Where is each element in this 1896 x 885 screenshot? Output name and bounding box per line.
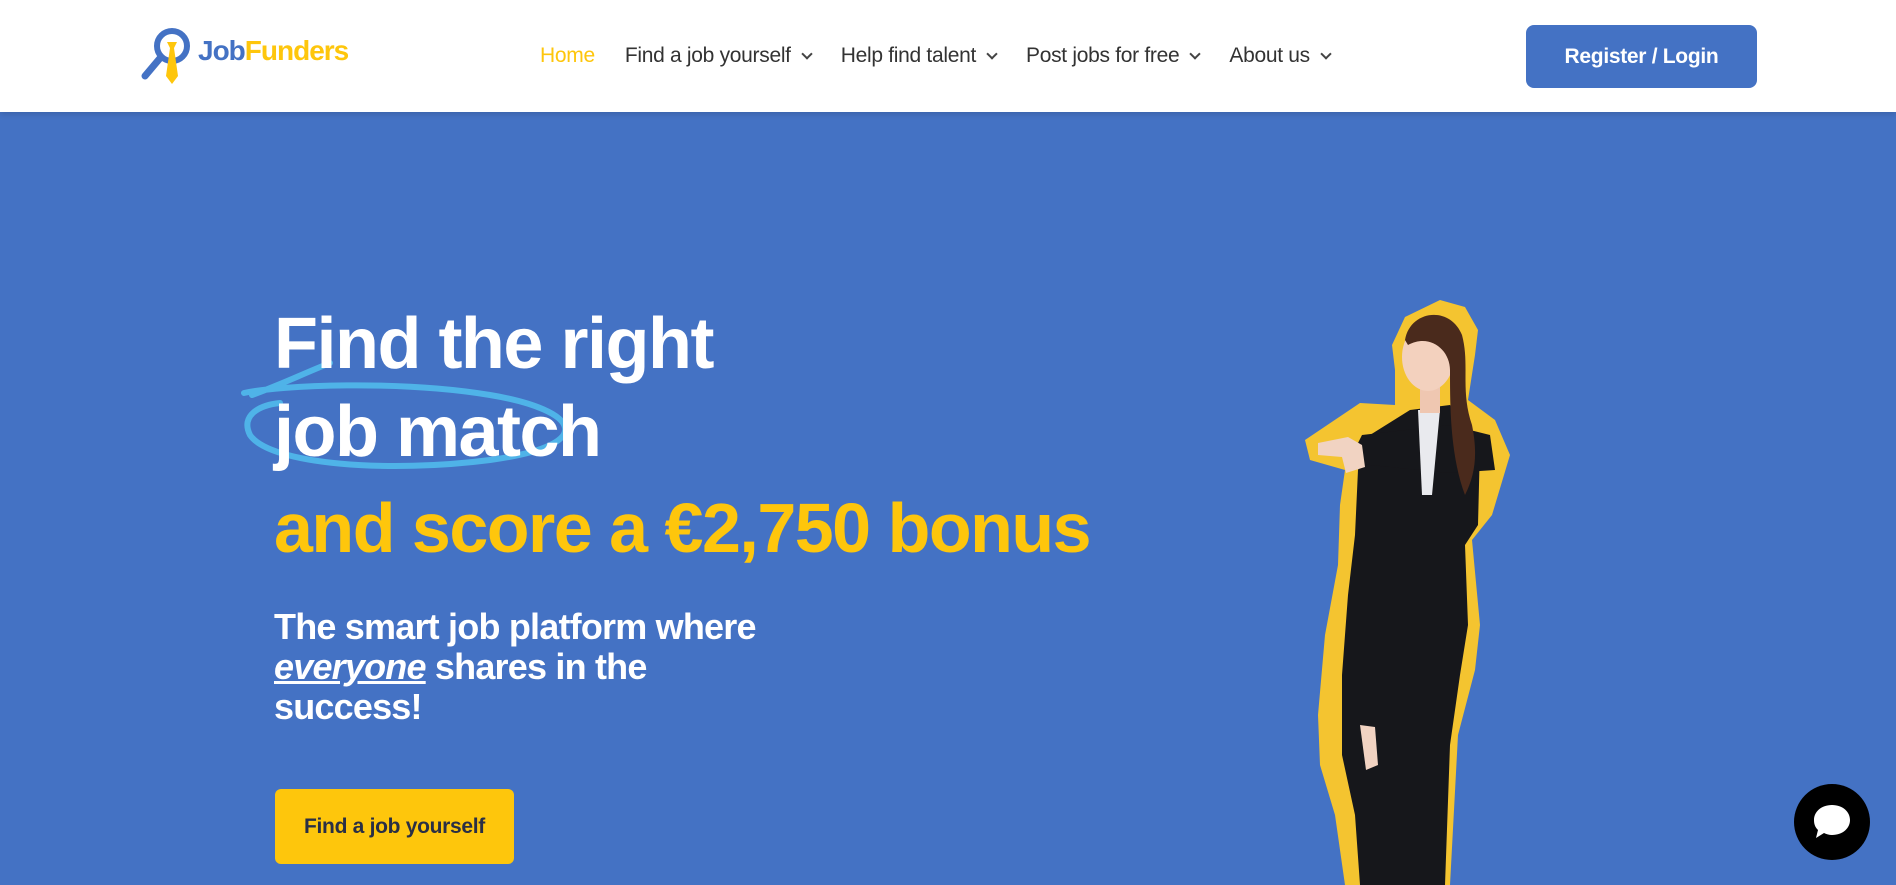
hero-subtitle: The smart job platform where everyone sh… (274, 607, 794, 727)
magnifier-tie-icon (141, 28, 190, 84)
register-login-button[interactable]: Register / Login (1526, 25, 1757, 88)
nav-item-help-find-talent[interactable]: Help find talent (840, 44, 998, 68)
hero-title-line2: job match (274, 392, 602, 472)
jobfunders-logo[interactable]: JobFunders (140, 26, 349, 92)
nav-item-label: Find a job yourself (624, 44, 791, 67)
hero-title-line1: Find the right (274, 304, 714, 384)
chevron-down-icon (986, 47, 998, 60)
hero-subtitle-pre: The smart job platform where (274, 606, 757, 647)
main-nav: Home Find a job yourself Help find talen… (540, 0, 1360, 112)
logo-wordmark: JobFunders (198, 35, 349, 67)
hero-bonus-line: and score a €2,750 bonus (274, 489, 1092, 567)
nav-item-label: Home (540, 44, 595, 67)
logo-text-funders: Funders (244, 35, 349, 66)
logo-text-job: Job (198, 35, 246, 66)
pointing-woman-image (1305, 300, 1510, 885)
hero-title: Find the right job match (274, 300, 714, 476)
chat-bubble-icon (1814, 805, 1850, 838)
hero-subtitle-emphasis: everyone (274, 646, 427, 687)
chevron-down-icon (1320, 47, 1332, 60)
chevron-down-icon (801, 47, 813, 60)
nav-item-post-jobs[interactable]: Post jobs for free (1026, 44, 1202, 68)
chevron-down-icon (1189, 47, 1202, 60)
chat-widget-button[interactable] (1794, 784, 1870, 860)
site-header: JobFunders Home Find a job yourself Help… (0, 0, 1896, 112)
nav-item-label: Post jobs for free (1026, 44, 1180, 67)
nav-item-find-job[interactable]: Find a job yourself (624, 44, 813, 68)
find-job-cta-button[interactable]: Find a job yourself (275, 789, 514, 864)
nav-item-label: About us (1229, 44, 1310, 67)
nav-item-about-us[interactable]: About us (1229, 44, 1332, 68)
nav-item-home[interactable]: Home (540, 44, 595, 68)
nav-item-label: Help find talent (840, 44, 977, 67)
